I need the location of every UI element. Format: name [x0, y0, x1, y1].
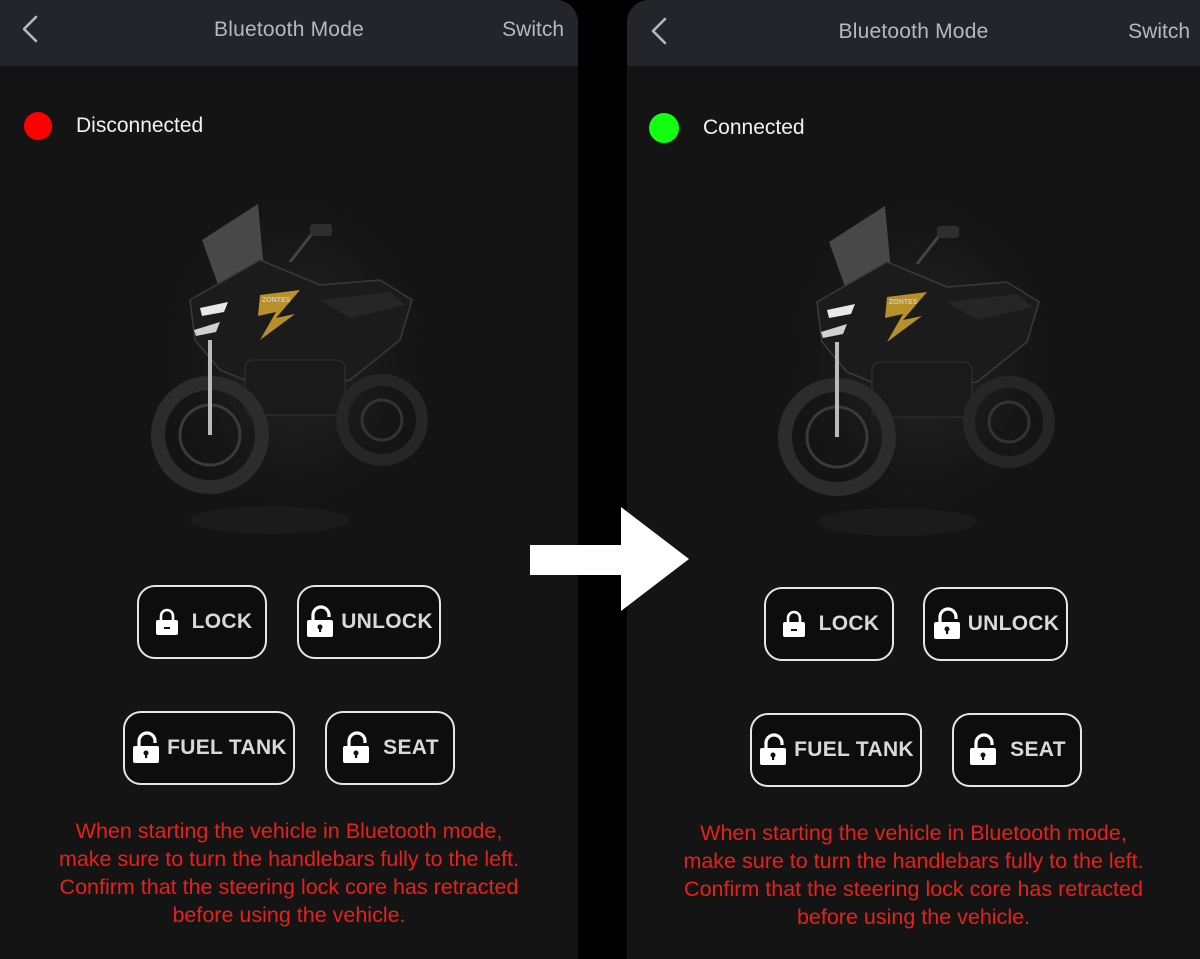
connection-status: Disconnected	[24, 111, 203, 141]
unlock-label: UNLOCK	[341, 610, 433, 633]
lock-label: LOCK	[191, 610, 253, 633]
right-arrow-icon	[530, 507, 689, 611]
notice-line: before using the vehicle.	[796, 905, 1031, 929]
fuel-tank-label: FUEL TANK	[167, 736, 287, 759]
notice-line: When starting the vehicle in Bluetooth m…	[75, 819, 503, 843]
seat-unlock-icon	[970, 733, 997, 765]
unlock-icon	[307, 605, 334, 637]
lock-button[interactable]: LOCK	[137, 585, 267, 659]
notice-line: before using the vehicle.	[172, 903, 406, 927]
app-header: Bluetooth Mode Switch	[627, 0, 1200, 66]
lock-button[interactable]: LOCK	[764, 587, 894, 661]
fuel-tank-button[interactable]: FUEL TANK	[123, 711, 295, 785]
switch-button[interactable]: Switch	[502, 18, 564, 42]
notice-line: make sure to turn the handlebars fully t…	[683, 849, 1144, 873]
seat-button[interactable]: SEAT	[952, 713, 1082, 787]
unlock-button[interactable]: UNLOCK	[923, 587, 1068, 661]
lock-icon	[782, 610, 805, 637]
unlock-label: UNLOCK	[967, 612, 1060, 635]
screen-connected: Bluetooth Mode Switch Connected ZONTES L…	[627, 0, 1200, 959]
seat-label: SEAT	[383, 736, 439, 759]
screen-disconnected: Bluetooth Mode Switch Disconnected ZONTE…	[0, 0, 578, 959]
fuel-tank-label: FUEL TANK	[794, 738, 914, 761]
unlock-icon	[933, 607, 960, 639]
bluetooth-start-notice: When starting the vehicle in Bluetooth m…	[0, 817, 578, 929]
fuel-tank-unlock-icon	[133, 731, 160, 763]
fuel-tank-unlock-icon	[760, 733, 787, 765]
notice-line: make sure to turn the handlebars fully t…	[58, 847, 520, 871]
connection-status: Connected	[649, 113, 805, 143]
motorcycle-image: ZONTES	[151, 200, 435, 540]
seat-label: SEAT	[1010, 738, 1066, 761]
seat-unlock-icon	[343, 731, 370, 763]
status-indicator-dot	[649, 113, 679, 143]
motorcycle-image: ZONTES	[778, 202, 1062, 542]
notice-line: Confirm that the steering lock core has …	[59, 875, 519, 899]
page-title: Bluetooth Mode	[838, 20, 989, 43]
notice-line: When starting the vehicle in Bluetooth m…	[700, 821, 1127, 845]
fuel-tank-button[interactable]: FUEL TANK	[750, 713, 922, 787]
brand-logo: ZONTES	[889, 299, 918, 306]
brand-logo: ZONTES	[262, 297, 291, 304]
notice-line: Confirm that the steering lock core has …	[684, 877, 1143, 901]
unlock-button[interactable]: UNLOCK	[297, 585, 441, 659]
status-text: Connected	[703, 116, 805, 139]
app-header: Bluetooth Mode Switch	[0, 0, 578, 66]
seat-button[interactable]: SEAT	[325, 711, 455, 785]
status-text: Disconnected	[76, 114, 204, 137]
lock-icon	[155, 608, 178, 635]
page-title: Bluetooth Mode	[214, 18, 364, 41]
bluetooth-start-notice: When starting the vehicle in Bluetooth m…	[627, 819, 1200, 931]
switch-button[interactable]: Switch	[1128, 20, 1190, 44]
status-indicator-dot	[24, 112, 52, 140]
lock-label: LOCK	[818, 612, 880, 635]
